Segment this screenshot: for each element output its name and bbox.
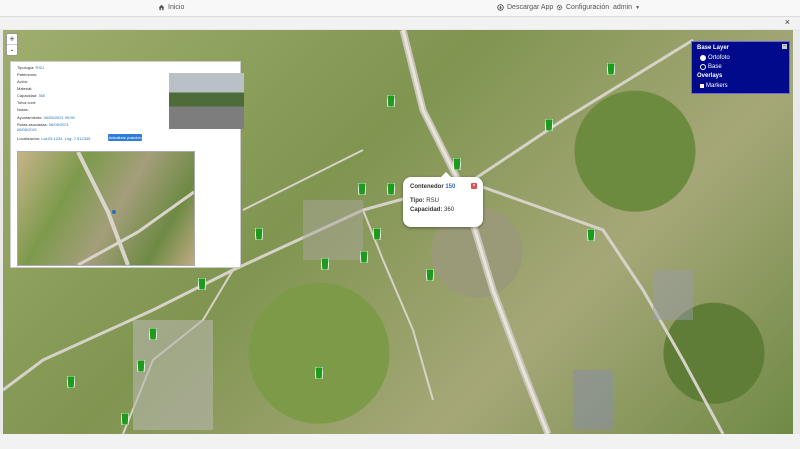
info-field: Tipología: RSU: [17, 65, 44, 70]
popup-type-label: Tipo:: [410, 198, 425, 204]
info-field: Patrimonio:: [17, 72, 37, 77]
user-menu-label: admin: [613, 4, 633, 11]
info-value: 06/05/2021: [48, 122, 69, 127]
container-marker-icon[interactable]: [320, 257, 330, 271]
info-label: Avión:: [17, 79, 29, 84]
info-field: Ayuntamiento: 06/05/2021 09:50: [17, 115, 75, 120]
overlay-option-label: Markers: [706, 83, 728, 89]
radio-checked-icon: [700, 55, 706, 61]
info-label: Ayuntamiento:: [17, 115, 43, 120]
nav-home-label: Inicio: [168, 4, 185, 11]
popup-capacity-value: 360: [444, 207, 455, 213]
container-marker-icon[interactable]: [452, 157, 462, 171]
layer-option-label: Base: [708, 64, 722, 70]
container-marker-icon[interactable]: [66, 375, 76, 389]
nav-download-app[interactable]: Descargar App: [497, 4, 553, 11]
container-marker-icon[interactable]: [386, 182, 396, 196]
popup-title: Contenedor 150: [410, 184, 455, 190]
info-label: Material:: [17, 86, 33, 91]
map-toolbar: [0, 17, 800, 29]
popup-type: Tipo: RSU: [410, 198, 439, 204]
layer-option-base[interactable]: Base: [700, 64, 722, 70]
info-value: 360: [38, 93, 46, 98]
popup-capacity-label: Capacidad:: [410, 207, 443, 213]
layers-collapse-button[interactable]: −: [782, 44, 787, 49]
popup-tip: [441, 172, 451, 177]
container-info-panel: Tipología: RSU Patrimonio: Avión: Materi…: [10, 61, 244, 268]
container-marker-icon[interactable]: [586, 228, 596, 242]
minimap-roads: [76, 152, 194, 265]
layer-option-ortofoto[interactable]: Ortofoto: [700, 55, 730, 61]
container-marker-icon[interactable]: [357, 182, 367, 196]
info-field: Material:: [17, 86, 32, 91]
info-field: Localización: Lat:43.1234, Lng:-7.512345: [17, 136, 90, 141]
caret-down-icon: ▼: [635, 4, 641, 11]
container-marker-icon[interactable]: [148, 327, 158, 341]
container-marker-icon[interactable]: [606, 62, 616, 76]
zoom-out-button[interactable]: -: [7, 45, 17, 55]
info-field: Capacidad: 360: [17, 93, 45, 98]
info-label: Capacidad:: [17, 93, 38, 98]
overlay-option-markers[interactable]: Markers: [700, 83, 728, 89]
zoom-in-button[interactable]: +: [7, 34, 17, 45]
popup-container-id: 150: [445, 184, 456, 190]
footer-bar: [0, 434, 800, 449]
info-label: Tipología:: [17, 65, 35, 70]
container-marker-icon[interactable]: [314, 366, 324, 380]
container-marker-icon[interactable]: [359, 250, 369, 264]
info-value: 06/05/2021 09:50: [43, 115, 75, 120]
minimap-view[interactable]: ×: [17, 151, 195, 266]
container-marker-icon[interactable]: [372, 227, 382, 241]
container-popup: Contenedor 150 × Tipo: RSU Capacidad: 36…: [403, 172, 483, 227]
container-marker-icon[interactable]: [425, 268, 435, 282]
base-layer-title: Base Layer: [697, 45, 730, 51]
layer-option-label: Ortofoto: [708, 55, 730, 61]
info-label: Patrimonio:: [17, 72, 38, 77]
nav-config-label: Configuración: [566, 4, 610, 11]
zoom-control: + -: [6, 33, 18, 56]
overlays-title: Overlays: [697, 73, 723, 79]
info-field: Notas:: [17, 107, 29, 112]
popup-type-value: RSU: [426, 198, 439, 204]
container-marker-icon[interactable]: [136, 359, 146, 373]
info-label: Tolva cont:: [17, 100, 37, 105]
info-field: 06/05/2021: [17, 127, 37, 132]
container-marker-icon[interactable]: [544, 118, 554, 132]
popup-close-button[interactable]: ×: [471, 183, 477, 189]
popup-title-label: Contenedor: [410, 184, 444, 190]
layers-control: − Base Layer Ortofoto Base Overlays Mark…: [691, 41, 790, 94]
info-value: 06/05/2021: [17, 127, 38, 132]
info-field: Avión:: [17, 79, 28, 84]
radio-unchecked-icon: [700, 64, 706, 70]
top-navbar: Inicio Descargar App Configuración admin…: [0, 0, 800, 17]
info-value: Lat:43.1234, Lng:-7.512345: [41, 136, 91, 141]
popup-capacity: Capacidad: 360: [410, 207, 454, 213]
download-icon: [497, 4, 504, 11]
home-icon: [158, 4, 165, 11]
update-position-button[interactable]: Actualizar posición: [108, 134, 142, 141]
close-map-button[interactable]: ×: [785, 17, 790, 27]
container-marker-icon[interactable]: [120, 412, 130, 426]
info-label: Localización:: [17, 136, 41, 141]
nav-home[interactable]: Inicio: [158, 4, 184, 11]
info-field: Tolva cont:: [17, 100, 36, 105]
gear-icon: [556, 4, 563, 11]
info-value: RSU: [35, 65, 44, 70]
info-label: Notas:: [17, 107, 29, 112]
user-menu[interactable]: admin ▼: [613, 4, 640, 11]
nav-download-label: Descargar App: [507, 4, 554, 11]
nav-configuration[interactable]: Configuración: [556, 4, 609, 11]
checkbox-checked-icon: [700, 84, 704, 88]
container-marker-icon[interactable]: [386, 94, 396, 108]
container-marker-icon[interactable]: [254, 227, 264, 241]
container-marker-icon[interactable]: [197, 277, 207, 291]
container-photo[interactable]: [169, 73, 244, 129]
